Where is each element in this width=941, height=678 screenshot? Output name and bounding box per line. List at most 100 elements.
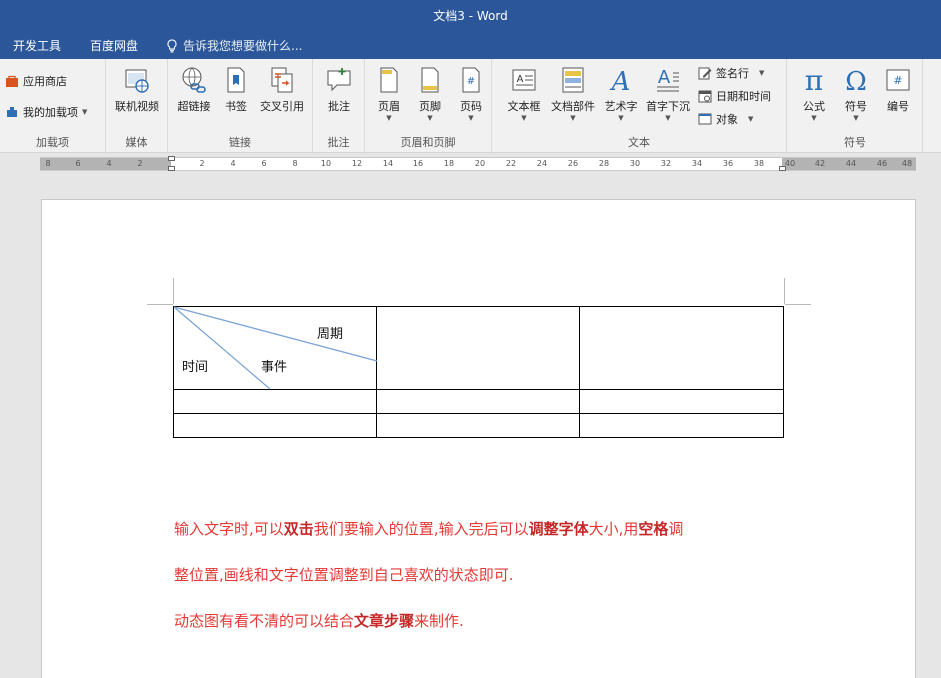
paragraph-line-1: 输入文字时,可以双击我们要输入的位置,输入完后可以调整字体大小,用空格调 [174, 518, 683, 539]
ribbon: 应用商店 我的加载项 ▼ 加载项 联机视频 媒体 超链接 书签 交叉引用 链接 [0, 59, 941, 153]
group-comments: 批注 批注 [313, 59, 365, 153]
online-video-icon [125, 69, 149, 93]
crop-mark [147, 304, 173, 305]
ruler-tick: 12 [351, 159, 363, 168]
new-comment-button[interactable]: 批注 [317, 65, 361, 114]
object-icon [698, 113, 712, 125]
header-event-label: 事件 [261, 360, 288, 375]
crop-mark [173, 278, 174, 304]
ruler-tick: 6 [261, 159, 267, 168]
textbox-label: 文本框 [507, 100, 541, 113]
cross-reference-icon [271, 67, 293, 93]
textbox-button[interactable]: A 文本框 ▼ [504, 65, 544, 122]
text-run: 整位置,画线和文字位置调整到自己喜欢的状态即可. [174, 566, 514, 584]
comment-icon [327, 68, 351, 92]
bookmark-label: 书签 [225, 100, 247, 113]
ruler-tick: 38 [753, 159, 765, 168]
ruler-tick: 44 [845, 159, 857, 168]
cross-reference-button[interactable]: 交叉引用 [256, 65, 308, 114]
group-label-comments: 批注 [327, 136, 350, 149]
ruler-tick: 30 [629, 159, 641, 168]
store-button[interactable]: 应用商店 [5, 73, 67, 89]
group-addins: 应用商店 我的加载项 ▼ 加载项 [0, 59, 106, 153]
crop-mark [785, 304, 811, 305]
object-button[interactable]: 对象 ▼ [698, 111, 753, 127]
tab-baidu-pan[interactable]: 百度网盘 [90, 33, 138, 59]
online-video-button[interactable]: 联机视频 [110, 65, 164, 114]
chevron-down-icon: ▼ [748, 115, 754, 123]
ruler-tick: 8 [45, 159, 51, 168]
group-label-symbols: 符号 [844, 136, 866, 149]
page-number-label: 页码 [460, 100, 482, 113]
ruler-tick: 42 [814, 159, 826, 168]
ruler-tick: 26 [567, 159, 579, 168]
right-indent-marker[interactable] [779, 166, 786, 171]
ruler-tick: 24 [536, 159, 548, 168]
slashed-header-table[interactable]: 周期 事件 时间 [173, 306, 784, 438]
table-cell[interactable] [376, 413, 580, 438]
cross-reference-label: 交叉引用 [260, 100, 304, 113]
quick-parts-icon [562, 67, 584, 93]
ruler-tick: 4 [106, 159, 112, 168]
pi-icon: π [805, 65, 823, 95]
ruler-tick: 28 [598, 159, 610, 168]
chevron-down-icon: ▼ [521, 114, 527, 122]
table-cell[interactable] [173, 413, 377, 438]
date-time-button[interactable]: 日期和时间 [698, 88, 771, 104]
chevron-down-icon: ▼ [468, 114, 474, 122]
horizontal-ruler[interactable]: 8 6 4 2 2 4 6 8 10 12 14 16 18 20 22 24 … [40, 156, 916, 171]
group-label-media: 媒体 [125, 136, 148, 149]
bookmark-icon [227, 67, 245, 93]
table-cell[interactable] [376, 389, 580, 414]
left-indent-marker[interactable] [168, 166, 175, 171]
chevron-down-icon: ▼ [853, 114, 859, 122]
footer-button[interactable]: 页脚 ▼ [412, 65, 448, 122]
wordart-button[interactable]: A 艺术字 ▼ [600, 65, 642, 122]
hyperlink-button[interactable]: 超链接 [172, 65, 216, 114]
table-cell[interactable] [579, 413, 784, 438]
page-number-button[interactable]: # 页码 ▼ [453, 65, 489, 122]
drop-cap-button[interactable]: A 首字下沉 ▼ [642, 65, 694, 122]
symbol-button[interactable]: Ω 符号 ▼ [837, 65, 875, 122]
table-cell[interactable] [376, 306, 580, 390]
tell-me-text: 告诉我您想要做什么... [183, 39, 303, 53]
quick-parts-button[interactable]: 文档部件 ▼ [548, 65, 598, 122]
symbol-label: 符号 [845, 100, 867, 113]
table-cell[interactable] [579, 389, 784, 414]
ruler-tick: 2 [137, 159, 143, 168]
first-line-indent-marker[interactable] [168, 156, 175, 161]
svg-text:#: # [467, 76, 475, 87]
document-page[interactable]: 周期 事件 时间 输入文字时,可以双击我们要输入的位置,输入完后可以调整字体大小… [41, 199, 916, 678]
table-cell[interactable] [579, 306, 784, 390]
text-run: 来制作. [414, 612, 464, 630]
header-label: 页眉 [378, 100, 400, 113]
table-cell[interactable] [173, 389, 377, 414]
equation-label: 公式 [803, 100, 825, 113]
ruler-tick: 6 [75, 159, 81, 168]
window-title: 文档3 - Word [433, 9, 508, 23]
text-run-bold: 双击 [283, 520, 314, 538]
text-run: 大小,用 [588, 520, 639, 538]
ruler-tick: 22 [505, 159, 517, 168]
tell-me-box[interactable]: 告诉我您想要做什么... [166, 33, 302, 59]
chevron-down-icon: ▼ [665, 114, 671, 122]
textbox-icon: A [512, 69, 536, 91]
quick-parts-label: 文档部件 [551, 100, 595, 113]
page-number-icon: # [462, 67, 480, 93]
my-addins-button[interactable]: 我的加载项 ▼ [5, 104, 87, 120]
number-button[interactable]: # 编号 [879, 65, 917, 114]
ruler-tick: 34 [691, 159, 703, 168]
bookmark-button[interactable]: 书签 [218, 65, 254, 114]
ruler-tick: 46 [876, 159, 888, 168]
equation-button[interactable]: π 公式 ▼ [795, 65, 833, 122]
svg-text:π: π [805, 65, 823, 95]
ruler-tick: 48 [901, 159, 913, 168]
date-time-label: 日期和时间 [716, 90, 771, 103]
signature-line-button[interactable]: 签名行 ▼ [698, 65, 764, 81]
hyperlink-icon [182, 67, 206, 93]
group-label-text: 文本 [628, 136, 650, 149]
hyperlink-label: 超链接 [177, 100, 211, 113]
tab-developer[interactable]: 开发工具 [13, 33, 61, 59]
header-icon [380, 67, 398, 93]
header-button[interactable]: 页眉 ▼ [371, 65, 407, 122]
